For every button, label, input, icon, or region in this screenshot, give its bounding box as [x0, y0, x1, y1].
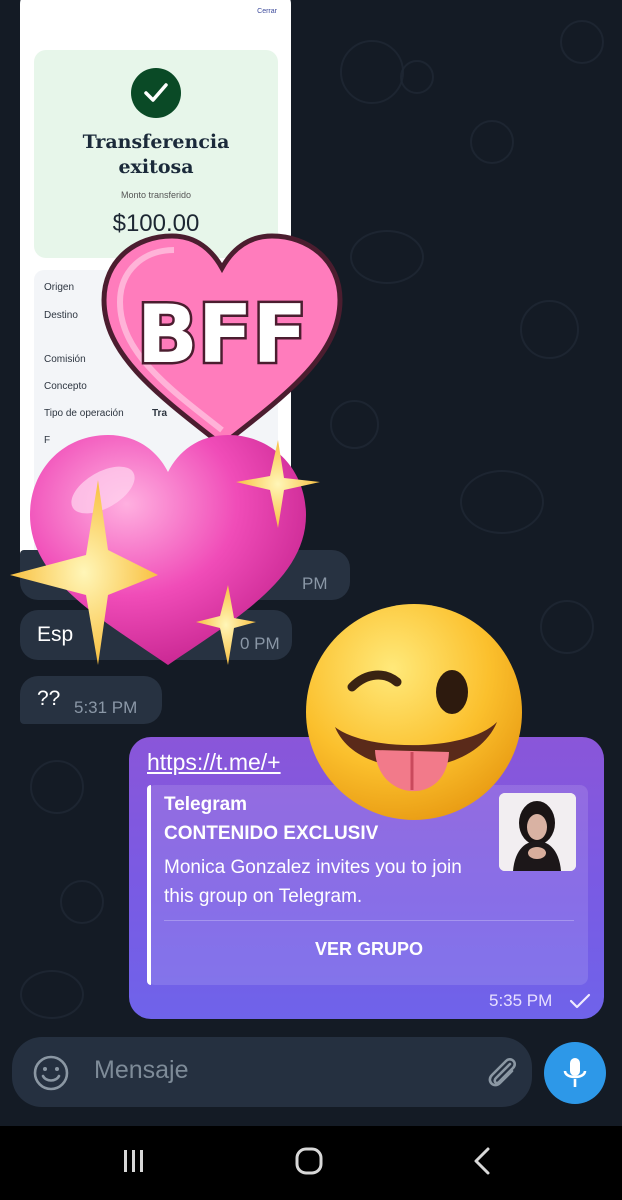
- view-group-button[interactable]: VER GRUPO: [164, 921, 574, 977]
- success-title: Transferencia exitosa: [82, 131, 230, 178]
- home-icon[interactable]: [294, 1146, 324, 1181]
- emoji-icon[interactable]: [32, 1054, 70, 1097]
- back-icon[interactable]: [468, 1146, 498, 1181]
- winking-tongue-face-sticker[interactable]: [297, 602, 531, 827]
- success-check-icon: [131, 68, 181, 118]
- detail-label-destino: Destino: [44, 310, 78, 321]
- microphone-icon[interactable]: [544, 1042, 606, 1104]
- preview-description: Monica Gonzalez invites you to join this…: [164, 857, 462, 907]
- receipt-close-label: Cerrar: [257, 8, 277, 15]
- recent-apps-icon[interactable]: [119, 1146, 149, 1181]
- message-input[interactable]: [92, 1055, 456, 1086]
- paperclip-icon[interactable]: [482, 1052, 522, 1097]
- system-navigation-bar: [0, 1126, 622, 1200]
- message-time: 5:31 PM: [74, 698, 138, 717]
- receipt-header: [20, 0, 291, 20]
- invite-link[interactable]: https://t.me/+: [147, 749, 281, 776]
- preview-accent-bar: [147, 785, 151, 985]
- message-composer: [12, 1037, 532, 1107]
- success-card: Transferencia exitosa Monto transferido …: [34, 50, 278, 258]
- detail-label-concepto: Concepto: [44, 381, 87, 392]
- amount-label: Monto transferido: [120, 190, 192, 200]
- message-text: ??: [37, 687, 61, 710]
- sparkling-heart-sticker[interactable]: [8, 420, 328, 685]
- detail-label-origen: Origen: [44, 282, 75, 293]
- preview-site-name: Telegram: [164, 794, 248, 815]
- message-time: 5:35 PM: [489, 991, 553, 1010]
- bff-sticker-text: BFF: [137, 288, 307, 381]
- check-icon: [569, 992, 591, 1015]
- detail-label-comision: Comisión: [44, 354, 86, 365]
